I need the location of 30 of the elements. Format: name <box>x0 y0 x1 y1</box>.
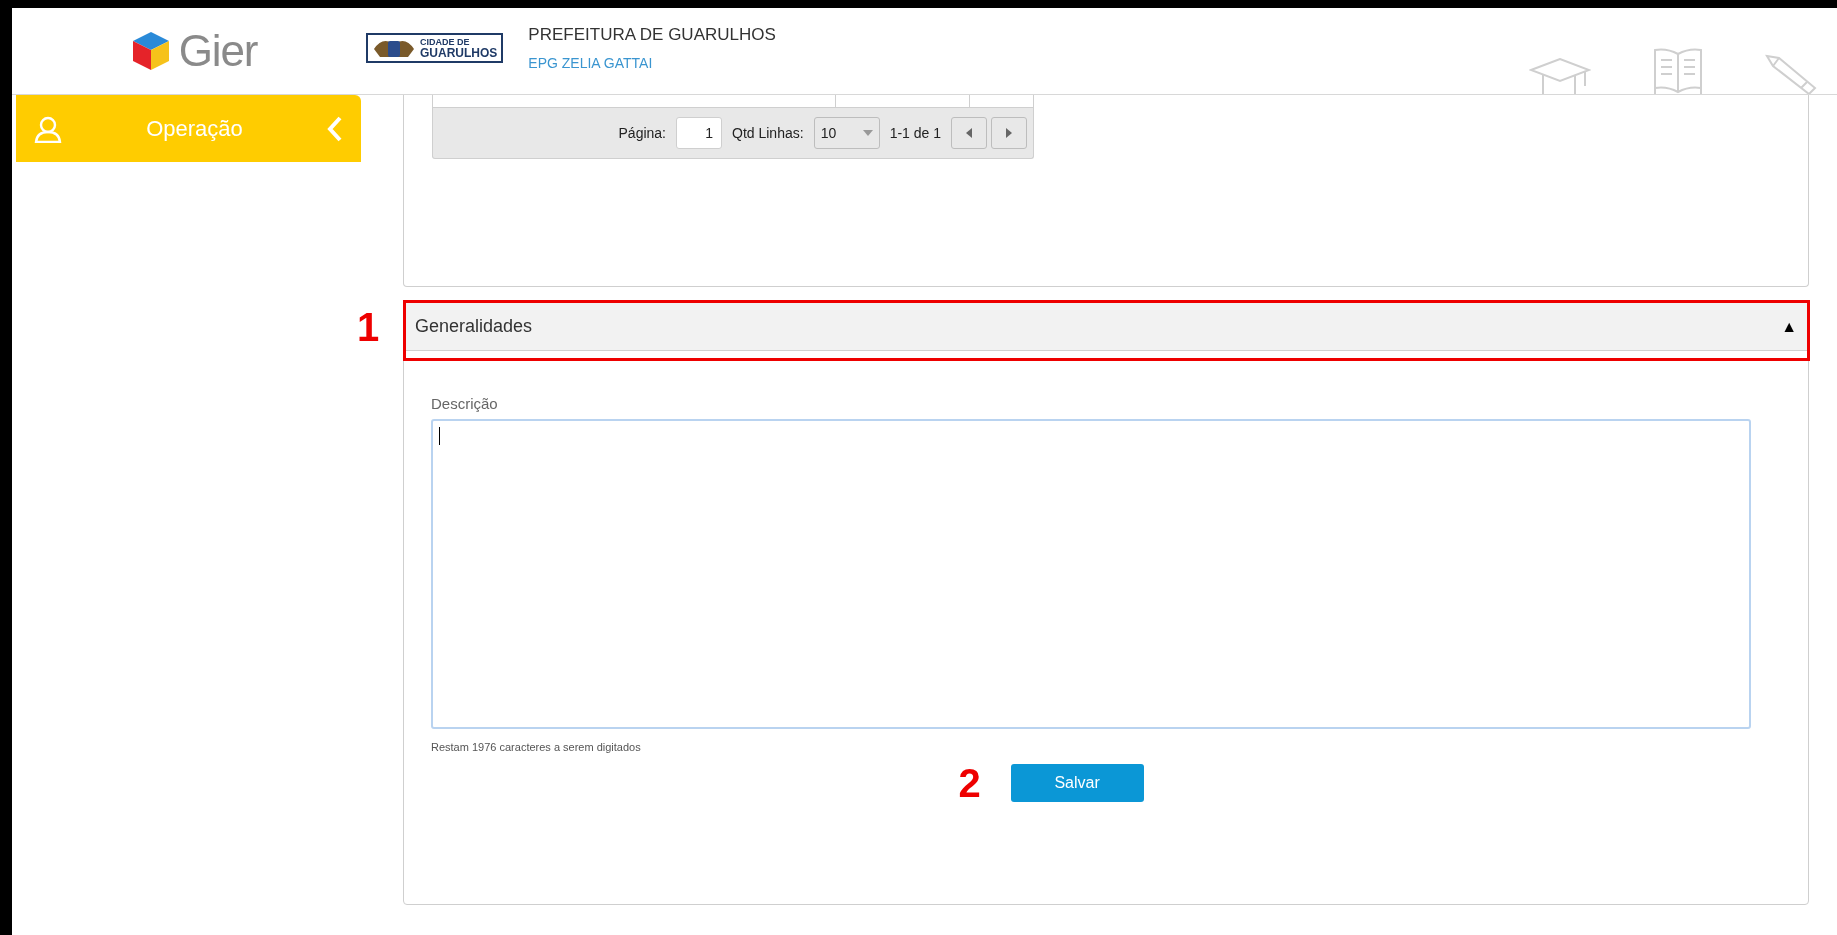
page-label: Página: <box>618 123 666 143</box>
emblem-caption: GUARULHOS <box>420 46 498 59</box>
cube-logo-icon <box>130 30 171 72</box>
emblem-caption: CIDADE DE <box>420 37 471 47</box>
school-name: EPG ZELIA GATTAI <box>528 54 654 74</box>
chevron-left-icon <box>327 115 343 142</box>
text-cursor <box>439 426 440 445</box>
previous-page-button[interactable] <box>951 117 987 149</box>
rows-label: Qtd Linhas: <box>732 123 804 143</box>
rows-select[interactable]: 10 <box>813 117 880 149</box>
page-field[interactable]: 1 <box>676 117 722 149</box>
sidebar-label: Operação <box>145 115 244 143</box>
left-arrow-icon <box>966 128 972 138</box>
organization-title: PREFEITURA DE GUARULHOS <box>528 23 776 46</box>
remaining-characters-note: Restam 1976 caracteres a serem digitados <box>431 739 642 755</box>
pencil-icon[interactable] <box>1765 54 1817 94</box>
description-textarea[interactable] <box>431 418 1751 729</box>
next-page-button[interactable] <box>991 117 1027 149</box>
user-icon <box>34 114 62 143</box>
range-text: 1-1 de 1 <box>889 123 941 143</box>
field-label: Descrição <box>431 394 499 414</box>
section-title: Generalidades <box>415 315 533 338</box>
section-header[interactable]: Generalidades ▲ <box>404 303 1808 351</box>
collapse-toggle[interactable]: ▲ <box>1781 314 1797 339</box>
logo-text: Gier <box>178 29 258 73</box>
annotation-number: 1 <box>357 307 380 347</box>
graduation-cap-icon[interactable] <box>1529 58 1591 94</box>
annotation-number: 2 <box>958 763 981 803</box>
dropdown-caret-icon <box>862 130 873 136</box>
right-arrow-icon <box>1006 128 1012 138</box>
